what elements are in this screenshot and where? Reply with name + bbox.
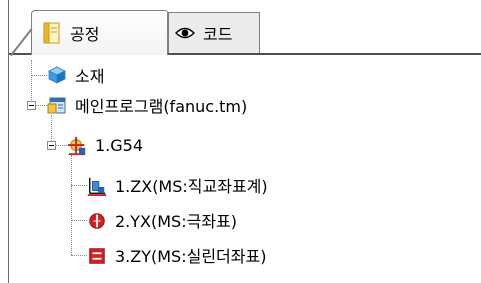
- eye-icon: [175, 26, 195, 40]
- tree-item-cylinder[interactable]: 3.ZY(MS:실린더좌표): [87, 240, 266, 270]
- tab-process-label: 공정: [70, 25, 100, 44]
- tree-item-label: 3.ZY(MS:실린더좌표): [115, 247, 267, 266]
- tree-connector: [35, 105, 47, 106]
- tree-connector: [71, 155, 72, 255]
- polar-icon: [87, 210, 107, 230]
- tab-code-label: 코드: [203, 25, 233, 44]
- tree-item-label: 1.G54: [95, 135, 144, 155]
- material-icon: [47, 65, 67, 85]
- collapse-toggle[interactable]: [27, 101, 36, 110]
- tab-strip: 공정 코드: [9, 10, 481, 55]
- tree-item-main-program[interactable]: 메인프로그램(fanuc.tm): [47, 90, 247, 120]
- tree-connector: [71, 185, 87, 186]
- tree-item-label: 2.YX(MS:극좌표): [115, 212, 237, 231]
- tab-process[interactable]: 공정: [31, 10, 168, 55]
- tree-connector: [31, 60, 32, 100]
- coordinate-system-icon: [67, 135, 87, 156]
- cylinder-icon: [87, 245, 107, 265]
- tree-item-coordinate[interactable]: 1.G54: [67, 130, 143, 160]
- tree-item-polar[interactable]: 2.YX(MS:극좌표): [87, 205, 237, 235]
- tree-item-material[interactable]: 소재: [47, 60, 104, 90]
- tree-item-label: 메인프로그램(fanuc.tm): [75, 97, 248, 116]
- tree-item-label: 1.ZX(MS:직교좌표계): [115, 177, 268, 196]
- collapse-toggle[interactable]: [47, 141, 56, 150]
- cartesian-icon: [87, 175, 107, 196]
- tree-connector: [31, 75, 47, 76]
- tab-code[interactable]: 코드: [168, 12, 260, 53]
- tree-item-cartesian[interactable]: 1.ZX(MS:직교좌표계): [87, 170, 268, 200]
- process-icon: [42, 22, 62, 44]
- tree-connector: [71, 220, 87, 221]
- tree-connector: [55, 145, 67, 146]
- process-panel: 공정 코드 소재 메인프로그램(fanuc.tm) 1.G54 1.ZX(MS:…: [8, 0, 481, 283]
- program-icon: [47, 95, 67, 115]
- tree-connector: [71, 255, 87, 256]
- tree-item-label: 소재: [75, 67, 105, 86]
